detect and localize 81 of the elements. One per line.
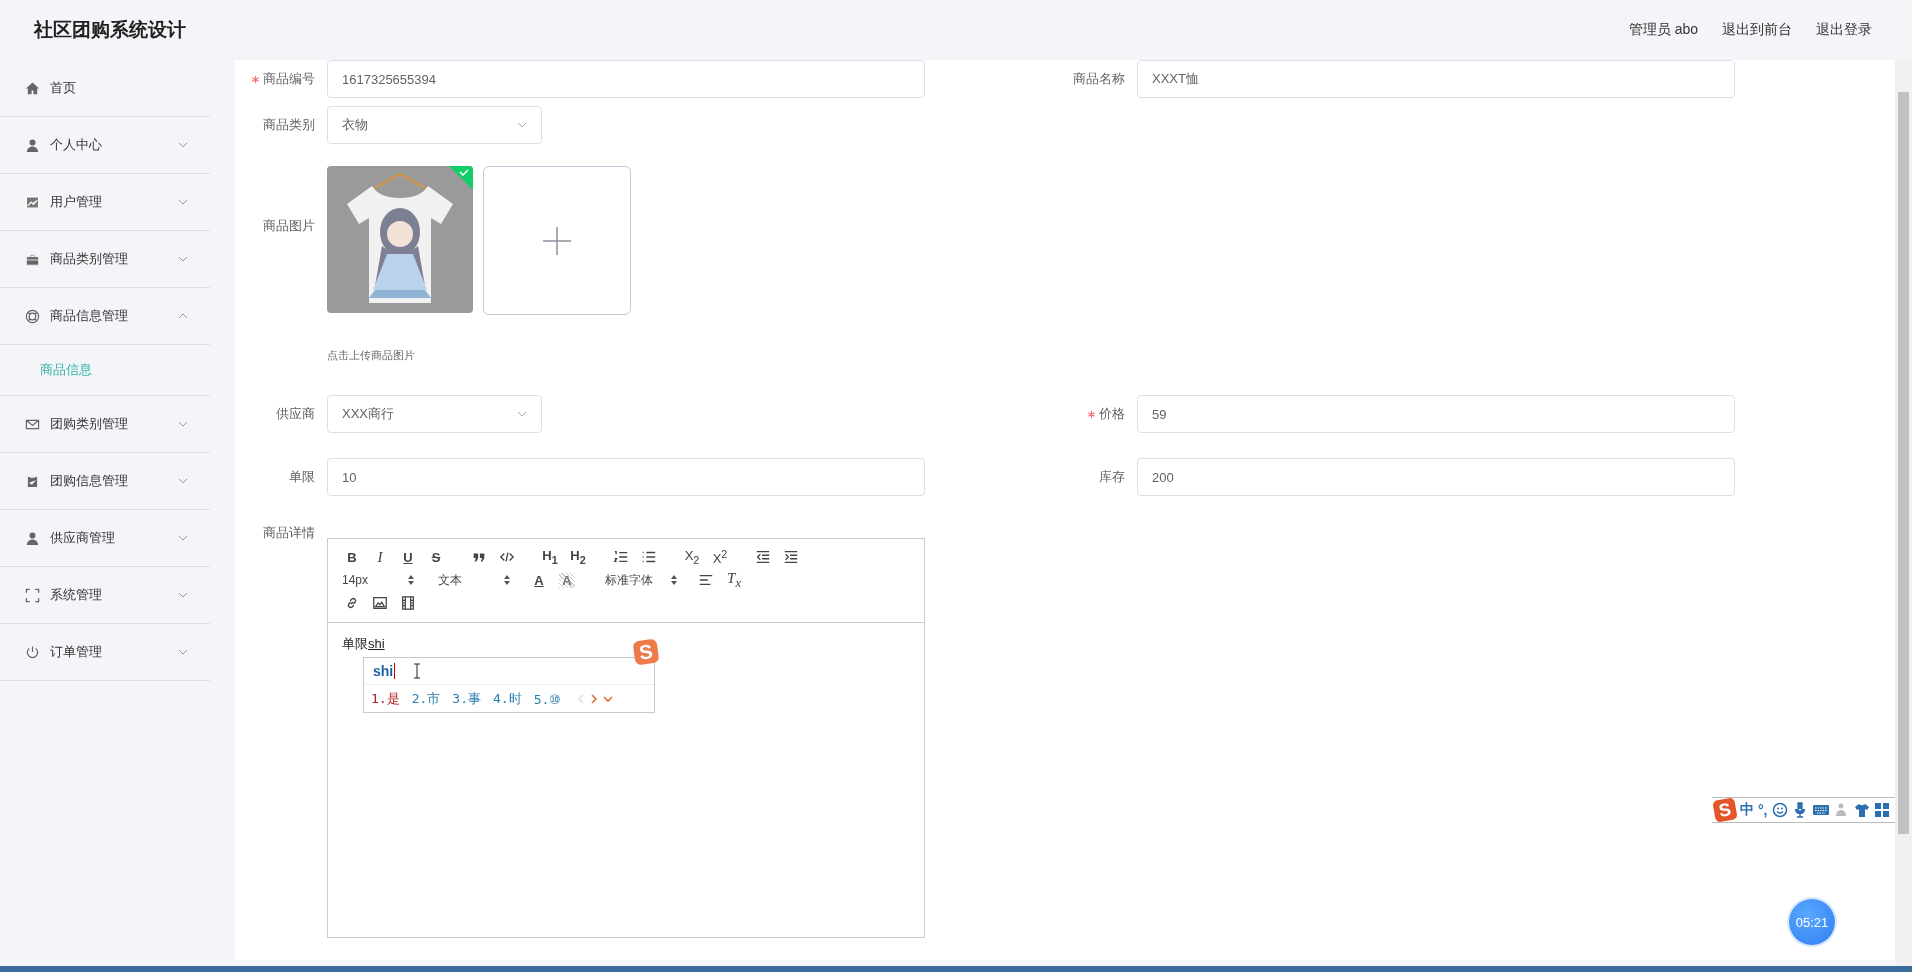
text-field[interactable]: 10 [327, 458, 925, 496]
sidebar-item[interactable]: 商品信息管理 [0, 288, 210, 345]
sidebar-item[interactable]: 系统管理 [0, 567, 210, 624]
sidebar-item[interactable]: 个人中心 [0, 117, 210, 174]
toolbar-select[interactable]: 标准字体 [601, 571, 677, 589]
rich-text-editor[interactable]: B I U S H$_{1}$ H$_{2}$ X$_{2}$ X$^{2}$ 14px 文本 A A 标准字体 T$_{x}$ 单限shi S shi 1.是 2.市 3.事 4.时 5.⑩ [327, 538, 925, 938]
keyboard-icon[interactable] [1811, 803, 1830, 817]
toolbar-button[interactable]: B [338, 549, 366, 565]
home-icon [25, 80, 40, 96]
field-label: 商品编号 [263, 70, 315, 88]
toolbar-button[interactable]: X$^{2}$ [706, 547, 734, 567]
sidebar-item[interactable]: 用户管理 [0, 174, 210, 231]
text-field[interactable]: XXXT恤 [1137, 60, 1735, 98]
toolbar-button[interactable]: U [394, 549, 422, 565]
text-field[interactable]: 200 [1137, 458, 1735, 496]
field-label: 商品名称 [1073, 70, 1125, 88]
user-icon [25, 530, 40, 546]
user-icon [25, 137, 40, 153]
toolbar-button[interactable]: H$_{1}$ [536, 548, 564, 566]
shirt-icon[interactable] [1853, 802, 1870, 818]
clipboard-icon [25, 473, 40, 489]
sidebar-item[interactable]: 首页 [0, 60, 210, 117]
header-link[interactable]: 退出登录 [1816, 21, 1872, 39]
text-cursor-icon [413, 663, 422, 679]
select-field[interactable]: 衣物 [327, 106, 542, 144]
field-label: 商品详情 [263, 524, 315, 542]
field-label: 供应商 [276, 405, 315, 423]
scrollbar-thumb[interactable] [1898, 92, 1909, 834]
text-field[interactable]: 1617325655394 [327, 60, 925, 98]
toolbar-button[interactable]: S [422, 549, 450, 565]
toolbar-button[interactable]: I [366, 548, 394, 566]
toolbar-button[interactable]: A [559, 572, 575, 588]
editor-text: 单限shi [342, 636, 385, 651]
ime-input-text: shi [373, 663, 396, 679]
caret-icon [517, 411, 527, 417]
chart-icon [25, 194, 40, 210]
ime-candidate[interactable]: 4.时 [492, 690, 522, 708]
text-field[interactable]: 59 [1137, 395, 1735, 433]
briefcase-icon [25, 251, 40, 267]
power-icon [25, 644, 40, 660]
expand-icon[interactable] [603, 695, 614, 703]
field-label: 商品类别 [263, 116, 315, 134]
ime-candidate[interactable]: 2.市 [411, 690, 441, 708]
toolbar-button[interactable]: A [525, 572, 553, 588]
sidebar-item[interactable]: 团购信息管理 [0, 453, 210, 510]
toolbar-button[interactable]: X$_{2}$ [678, 548, 706, 566]
field-label: 商品图片 [263, 217, 315, 235]
frame-icon [25, 587, 40, 603]
sidebar-item[interactable]: 商品类别管理 [0, 231, 210, 288]
smiley-icon[interactable] [1771, 802, 1788, 818]
toolbar-select[interactable]: 14px [338, 573, 414, 587]
field-label: 库存 [1099, 468, 1125, 486]
ime-candidate[interactable]: 5.⑩ [533, 691, 562, 707]
user-label: 管理员 abo [1628, 21, 1698, 39]
field-label: 单限 [289, 468, 315, 486]
app-title: 社区团购系统设计 [34, 18, 186, 42]
updown-icon [504, 575, 510, 585]
caret-icon [517, 122, 527, 128]
punctuation-toggle[interactable]: °, [1758, 802, 1768, 818]
toolbar-button[interactable]: H$_{2}$ [564, 548, 592, 566]
plus-icon [543, 226, 571, 255]
scrollbar[interactable] [1895, 60, 1912, 966]
upload-hint: 点击上传商品图片 [327, 348, 416, 363]
sidebar-item[interactable]: 团购类别管理 [0, 396, 210, 453]
updown-icon [408, 575, 414, 585]
updown-icon [671, 575, 677, 585]
input-mode-toggle[interactable]: 中 [1740, 801, 1754, 819]
header-link[interactable]: 退出到前台 [1722, 21, 1792, 39]
ime-candidate[interactable]: 1.是 [371, 690, 400, 708]
sidebar-item[interactable]: 订单管理 [0, 624, 210, 681]
grid-icon[interactable] [1873, 802, 1890, 818]
ime-candidate[interactable]: 3.事 [452, 690, 481, 708]
next-page-icon[interactable] [590, 694, 599, 704]
field-label: 价格 [1099, 405, 1125, 423]
ime-logo: S [632, 638, 660, 666]
toolbar-button[interactable]: T$_{x}$ [720, 569, 748, 591]
sidebar-item[interactable]: 供应商管理 [0, 510, 210, 567]
ime-logo: S [1712, 798, 1738, 822]
ring-icon [25, 308, 40, 324]
select-field[interactable]: XXX商行 [327, 395, 542, 433]
toolbar-select[interactable]: 文本 [434, 571, 510, 589]
